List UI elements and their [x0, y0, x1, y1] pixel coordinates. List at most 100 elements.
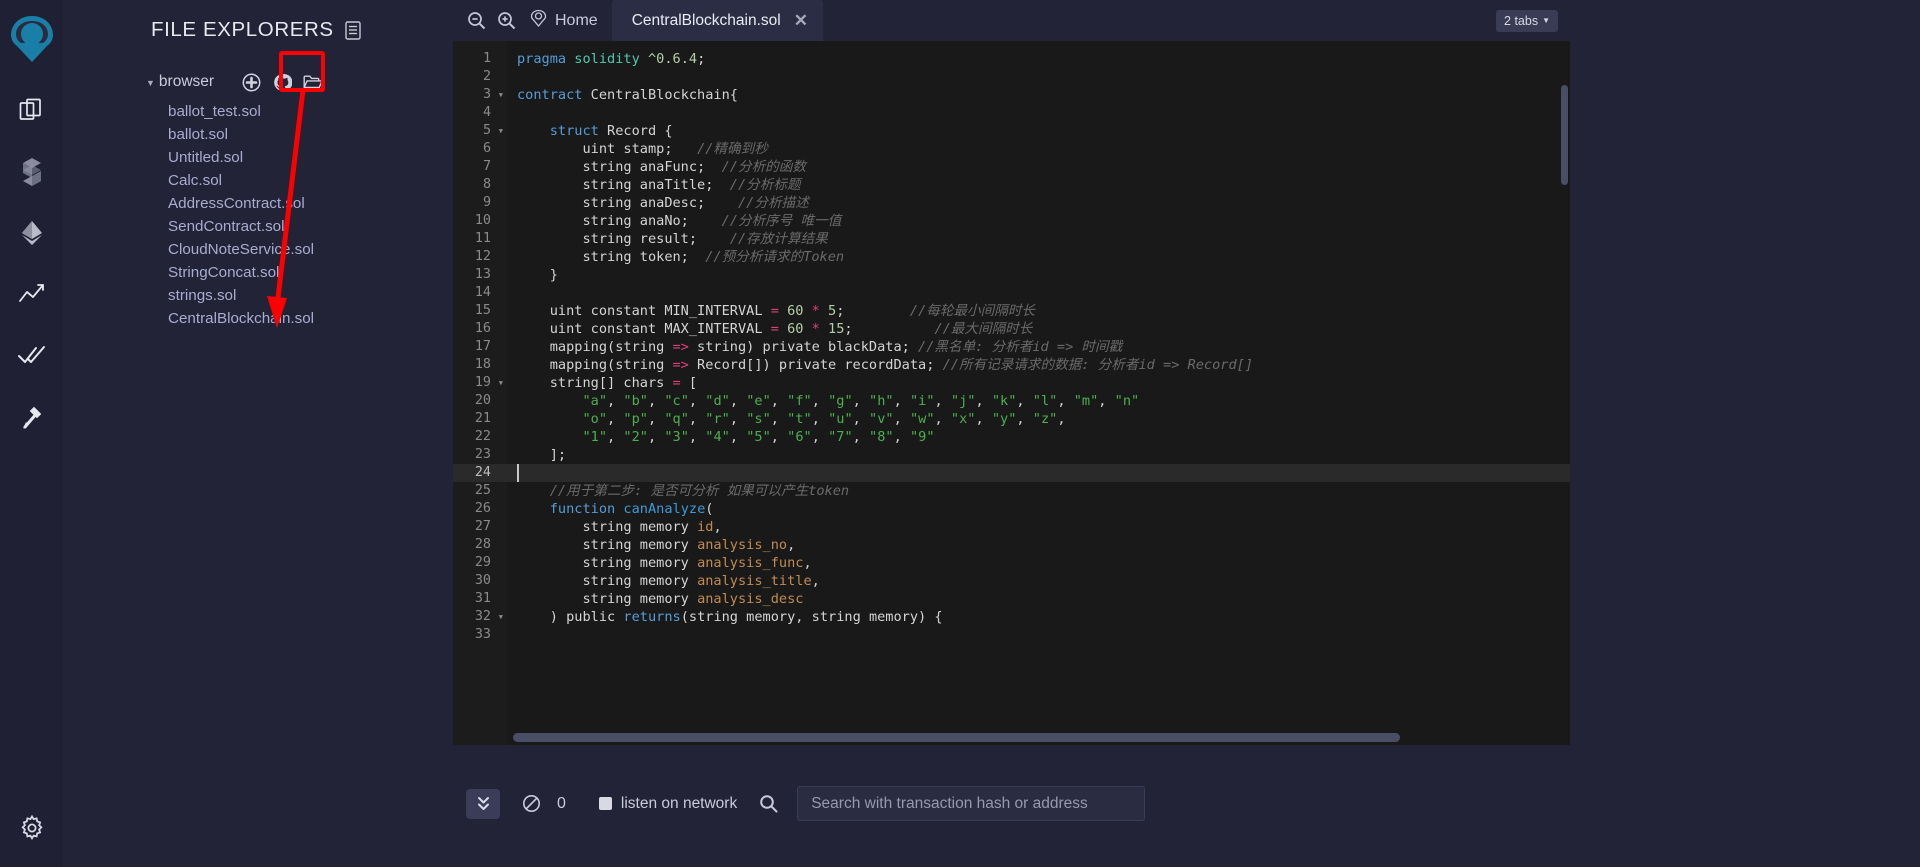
list-item[interactable]: SendContract.sol: [168, 215, 453, 238]
tab-centralblockchain-sol[interactable]: CentralBlockchain.sol ✕: [611, 0, 823, 41]
settings-gear-icon[interactable]: [15, 811, 49, 845]
code-line[interactable]: string anaNo; //分析序号 唯一值: [507, 212, 1570, 230]
list-item[interactable]: Calc.sol: [168, 169, 453, 192]
remix-ide-window: FILE EXPLORERS ▼ browser ballot_test.sol…: [0, 0, 1920, 867]
code-line[interactable]: [507, 104, 1570, 122]
code-line[interactable]: string[] chars = [: [507, 374, 1570, 392]
code-line[interactable]: [507, 464, 1570, 482]
code-content[interactable]: pragma solidity ^0.6.4; contract CentralB…: [507, 41, 1570, 745]
editor-vertical-scrollbar[interactable]: [1561, 85, 1568, 185]
sidebar-item-solidity-compiler[interactable]: [15, 155, 49, 189]
sidebar-item-debugger[interactable]: [15, 399, 49, 433]
fold-caret-icon[interactable]: ▼: [499, 122, 503, 140]
line-number: 14: [474, 285, 491, 300]
listen-on-network-toggle[interactable]: listen on network: [598, 795, 737, 813]
code-line[interactable]: string memory analysis_func,: [507, 554, 1570, 572]
search-input[interactable]: [797, 786, 1146, 821]
chevron-down-icon[interactable]: ▼: [146, 78, 155, 88]
code-line[interactable]: string anaDesc; //分析描述: [507, 194, 1570, 212]
remix-logo: [9, 14, 55, 66]
code-line[interactable]: //用于第二步: 是否可分析 如果可以产生token: [507, 482, 1570, 500]
line-number: 19 ▼: [474, 374, 503, 392]
list-item[interactable]: ballot_test.sol: [168, 100, 453, 123]
search-icon[interactable]: [759, 794, 778, 813]
line-number: 2: [482, 69, 491, 84]
fold-caret-icon[interactable]: ▼: [499, 86, 503, 104]
tab-label: CentralBlockchain.sol: [631, 11, 781, 29]
chevrons-down-icon[interactable]: [466, 788, 500, 819]
list-item[interactable]: CentralBlockchain.sol: [168, 307, 453, 330]
line-number: 15: [474, 303, 491, 318]
create-new-file-icon[interactable]: [241, 72, 261, 92]
list-item[interactable]: CloudNoteService.sol: [168, 238, 453, 261]
checkbox-icon[interactable]: [598, 797, 612, 810]
browser-root-row[interactable]: ▼ browser: [88, 72, 453, 92]
list-item[interactable]: strings.sol: [168, 284, 453, 307]
list-item[interactable]: ballot.sol: [168, 123, 453, 146]
line-number: 6: [482, 141, 491, 156]
code-line[interactable]: uint constant MIN_INTERVAL = 60 * 5; //每…: [507, 302, 1570, 320]
code-line[interactable]: string result; //存放计算结果: [507, 230, 1570, 248]
line-number: 22: [474, 429, 491, 444]
zoom-out-icon[interactable]: [461, 0, 491, 41]
sidebar-item-analysis[interactable]: [15, 277, 49, 311]
no-entry-icon[interactable]: [522, 794, 541, 813]
line-number: 8: [482, 177, 491, 192]
code-line[interactable]: [507, 68, 1570, 86]
list-item[interactable]: AddressContract.sol: [168, 192, 453, 215]
list-item[interactable]: Untitled.sol: [168, 146, 453, 169]
code-line[interactable]: string memory id,: [507, 518, 1570, 536]
code-line[interactable]: uint stamp; //精确到秒: [507, 140, 1570, 158]
code-line[interactable]: string memory analysis_desc: [507, 590, 1570, 608]
code-line[interactable]: }: [507, 266, 1570, 284]
code-line[interactable]: string anaFunc; //分析的函数: [507, 158, 1570, 176]
publish-to-gist-icon[interactable]: [345, 20, 361, 40]
sidebar-item-deploy-run[interactable]: [15, 216, 49, 250]
code-line[interactable]: uint constant MAX_INTERVAL = 60 * 15; //…: [507, 320, 1570, 338]
fold-caret-icon[interactable]: ▼: [499, 608, 503, 626]
line-number: 5 ▼: [482, 122, 503, 140]
chevron-down-icon: ▼: [1542, 16, 1550, 25]
code-line[interactable]: "1", "2", "3", "4", "5", "6", "7", "8", …: [507, 428, 1570, 446]
tab-home-label: Home: [555, 11, 598, 29]
line-number: 33: [474, 627, 491, 642]
tabs-count-dropdown[interactable]: 2 tabs ▼: [1496, 9, 1558, 32]
code-line[interactable]: contract CentralBlockchain{: [507, 86, 1570, 104]
zoom-in-icon[interactable]: [491, 0, 521, 41]
code-line[interactable]: string anaTitle; //分析标题: [507, 176, 1570, 194]
line-number: 13: [474, 267, 491, 282]
code-line[interactable]: string token; //预分析请求的Token: [507, 248, 1570, 266]
code-editor[interactable]: 1 2 3 ▼ 4 5 ▼ 6 7 8 9 10 11 12 13 14 15 16 17 18 19 ▼ 20 21 22 23…: [453, 41, 1570, 745]
code-line[interactable]: "o", "p", "q", "r", "s", "t", "u", "v", …: [507, 410, 1570, 428]
code-line[interactable]: function canAnalyze(: [507, 500, 1570, 518]
code-line[interactable]: "a", "b", "c", "d", "e", "f", "g", "h", …: [507, 392, 1570, 410]
code-line[interactable]: string memory analysis_title,: [507, 572, 1570, 590]
code-line[interactable]: mapping(string => Record[]) private reco…: [507, 356, 1570, 374]
code-line[interactable]: pragma solidity ^0.6.4;: [507, 50, 1570, 68]
sidebar-item-file-explorers[interactable]: [15, 94, 49, 128]
line-number: 1: [482, 51, 491, 66]
code-line[interactable]: ];: [507, 446, 1570, 464]
editor-horizontal-scrollbar[interactable]: [513, 733, 1400, 742]
pending-transactions-count: 0: [557, 794, 566, 812]
line-number: 4: [482, 105, 491, 120]
code-line[interactable]: ) public returns(string memory, string m…: [507, 608, 1570, 626]
line-number: 30: [474, 573, 491, 588]
code-line[interactable]: [507, 284, 1570, 302]
line-number: 20: [474, 393, 491, 408]
open-folder-icon[interactable]: [303, 72, 323, 92]
fold-caret-icon[interactable]: ▼: [499, 374, 503, 392]
code-line[interactable]: string memory analysis_no,: [507, 536, 1570, 554]
remix-home-icon: [529, 9, 548, 33]
code-line[interactable]: struct Record {: [507, 122, 1570, 140]
line-number: 27: [474, 519, 491, 534]
publish-to-gist-github-icon[interactable]: [272, 72, 292, 92]
code-line[interactable]: [507, 626, 1570, 644]
close-icon[interactable]: ✕: [794, 11, 808, 31]
sidebar-item-testing[interactable]: [15, 338, 49, 372]
tab-home[interactable]: Home: [521, 0, 612, 41]
list-item[interactable]: StringConcat.sol: [168, 261, 453, 284]
line-number: 7: [482, 159, 491, 174]
code-line[interactable]: mapping(string => string) private blackD…: [507, 338, 1570, 356]
rail-icon-list: [15, 94, 49, 433]
